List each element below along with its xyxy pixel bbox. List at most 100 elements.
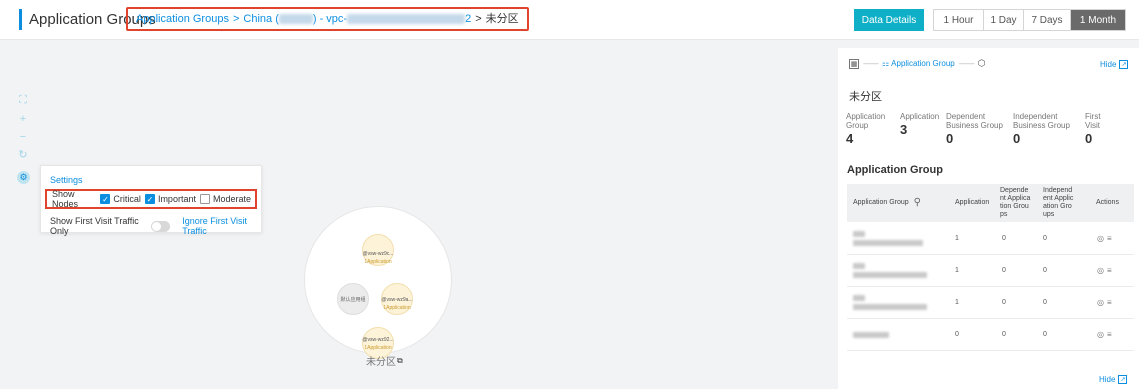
topology-canvas[interactable]: ⛶ + − ↻ ⚙ Settings Show Nodes ✓ Critical…	[0, 41, 838, 389]
data-details-button[interactable]: Data Details	[854, 9, 924, 31]
range-1-hour-button[interactable]: 1 Hour	[934, 10, 984, 30]
stat-value: 3	[900, 122, 908, 137]
view-icon[interactable]: ◎	[1097, 298, 1104, 307]
vpc-icon: ▦	[849, 58, 859, 69]
group-name-cell	[853, 255, 943, 286]
settings-title: Settings	[50, 175, 83, 185]
default-group-node[interactable]: 默认应用组	[337, 283, 369, 315]
table-row[interactable]: 1 0 0 ◎ ≡	[847, 223, 1134, 255]
stat-value: 4	[846, 131, 854, 146]
moderate-label: Moderate	[212, 194, 251, 204]
breadcrumb: Application Groups > China () - vpc- 2 > …	[126, 7, 529, 31]
hide-panel-link[interactable]: Hide ↗	[1100, 60, 1129, 69]
column-dependent-groups: Depende nt Applica tion Grou ps	[1000, 187, 1031, 218]
group-name-cell	[853, 319, 943, 350]
critical-checkbox[interactable]: ✓ Critical	[100, 194, 141, 204]
independent-cell: 0	[1043, 235, 1047, 242]
dependent-cell: 0	[1002, 331, 1006, 338]
column-independent-groups: Independ ent Applic ation Gro ups	[1043, 187, 1074, 218]
stat-label: First Visit	[1085, 112, 1101, 130]
show-nodes-label: Show Nodes	[52, 189, 79, 209]
column-label: Application Group	[853, 199, 909, 206]
node-name: @vsw-wz9c...	[362, 251, 394, 257]
stat-independent-business-group: Independent Business Group 0	[1013, 112, 1083, 146]
zoom-out-icon[interactable]: −	[17, 129, 29, 144]
cube-icon[interactable]: ⧉	[397, 356, 403, 366]
hide-label: Hide	[1099, 375, 1116, 384]
range-1-month-button[interactable]: 1 Month	[1071, 10, 1125, 30]
details-panel: ▦ --------- ⚏ Application Group --------…	[838, 48, 1139, 389]
range-1-day-button[interactable]: 1 Day	[984, 10, 1024, 30]
first-visit-toggle[interactable]	[151, 220, 171, 232]
first-visit-row: Show First Visit Traffic Only Ignore Fir…	[50, 216, 261, 236]
stat-dependent-business-group: Dependent Business Group 0	[946, 112, 1010, 146]
group-name-cell	[853, 223, 943, 254]
breadcrumb-separator: >	[475, 13, 482, 25]
partition-name: 未分区	[366, 357, 396, 368]
search-icon[interactable]: ⚲	[914, 198, 921, 208]
partition-circle[interactable]: @vsw-wz9c... 1Application 默认应用组 @vsw-wz9…	[304, 206, 452, 359]
table-row[interactable]: 1 0 0 ◎ ≡	[847, 287, 1134, 319]
fullscreen-icon[interactable]: ⛶	[17, 93, 29, 108]
table-row[interactable]: 0 0 0 ◎ ≡	[847, 319, 1134, 351]
redacted-group-name	[853, 331, 933, 338]
cube-icon: ⬡	[977, 58, 986, 68]
redacted-vpc-id	[347, 14, 466, 25]
collapse-icon: ↗	[1118, 375, 1128, 384]
panel-legend: ▦ --------- ⚏ Application Group --------…	[849, 58, 986, 69]
redacted-group-name	[853, 263, 933, 278]
dependent-cell: 0	[1002, 299, 1006, 306]
dependent-cell: 0	[1002, 235, 1006, 242]
list-icon[interactable]: ≡	[1107, 234, 1112, 243]
moderate-checkbox[interactable]: Moderate	[199, 194, 251, 204]
application-cell: 1	[955, 267, 959, 274]
stat-application-group: Application Group 4	[846, 112, 894, 146]
breadcrumb-vpc-link[interactable]: China () - vpc- 2	[243, 9, 471, 29]
node-name: @vsw-wz92...	[362, 337, 394, 343]
hide-label: Hide	[1100, 60, 1117, 69]
list-icon[interactable]: ≡	[1107, 298, 1112, 307]
application-cell: 1	[955, 235, 959, 242]
canvas-toolbar: ⛶ + − ↻	[17, 93, 29, 162]
view-icon[interactable]: ◎	[1097, 330, 1104, 339]
list-icon[interactable]: ≡	[1107, 330, 1112, 339]
view-icon[interactable]: ◎	[1097, 266, 1104, 275]
breadcrumb-root-link[interactable]: Application Groups	[136, 9, 229, 29]
breadcrumb-region-suffix: ) - vpc-	[312, 13, 348, 25]
list-icon[interactable]: ≡	[1107, 266, 1112, 275]
stat-first-visit: First Visit 0	[1085, 112, 1115, 146]
node-application-count: 1Application	[364, 259, 392, 265]
stat-label: Application	[900, 112, 940, 121]
application-cell: 1	[955, 299, 959, 306]
column-application-group: Application Group ⚲	[853, 184, 951, 222]
important-checkbox[interactable]: ✓ Important	[144, 194, 196, 204]
row-actions: ◎ ≡	[1097, 255, 1112, 286]
stat-application: Application 3	[900, 112, 950, 137]
group-name-cell	[853, 287, 943, 318]
stat-value: 0	[1085, 131, 1093, 146]
redacted-group-name	[853, 231, 933, 246]
stat-label: Independent Business Group	[1013, 112, 1070, 130]
independent-cell: 0	[1043, 299, 1047, 306]
zoom-in-icon[interactable]: +	[17, 111, 29, 126]
refresh-icon[interactable]: ↻	[17, 147, 29, 162]
time-range-selector: 1 Hour 1 Day 7 Days 1 Month	[933, 9, 1126, 31]
redacted-group-name	[853, 295, 933, 310]
ignore-first-visit-link[interactable]: Ignore First Visit Traffic	[182, 216, 261, 236]
application-group-legend: ⚏ Application Group	[882, 59, 955, 68]
redacted-region	[278, 14, 313, 25]
table-header: Application Group ⚲ Application Depende …	[847, 184, 1134, 222]
table-row[interactable]: 1 0 0 ◎ ≡	[847, 255, 1134, 287]
hide-panel-link-bottom[interactable]: Hide ↗	[1099, 375, 1128, 384]
breadcrumb-current: 未分区	[485, 13, 519, 25]
breadcrumb-region-prefix: China (	[243, 13, 279, 25]
row-actions: ◎ ≡	[1097, 223, 1112, 254]
legend-dash: ---------	[958, 59, 975, 68]
view-icon[interactable]: ◎	[1097, 234, 1104, 243]
range-7-days-button[interactable]: 7 Days	[1024, 10, 1071, 30]
settings-icon[interactable]: ⚙	[17, 171, 30, 184]
column-application: Application	[955, 199, 990, 206]
independent-cell: 0	[1043, 331, 1047, 338]
legend-dash: ---------	[863, 59, 879, 68]
stat-label: Dependent Business Group	[946, 112, 1003, 130]
